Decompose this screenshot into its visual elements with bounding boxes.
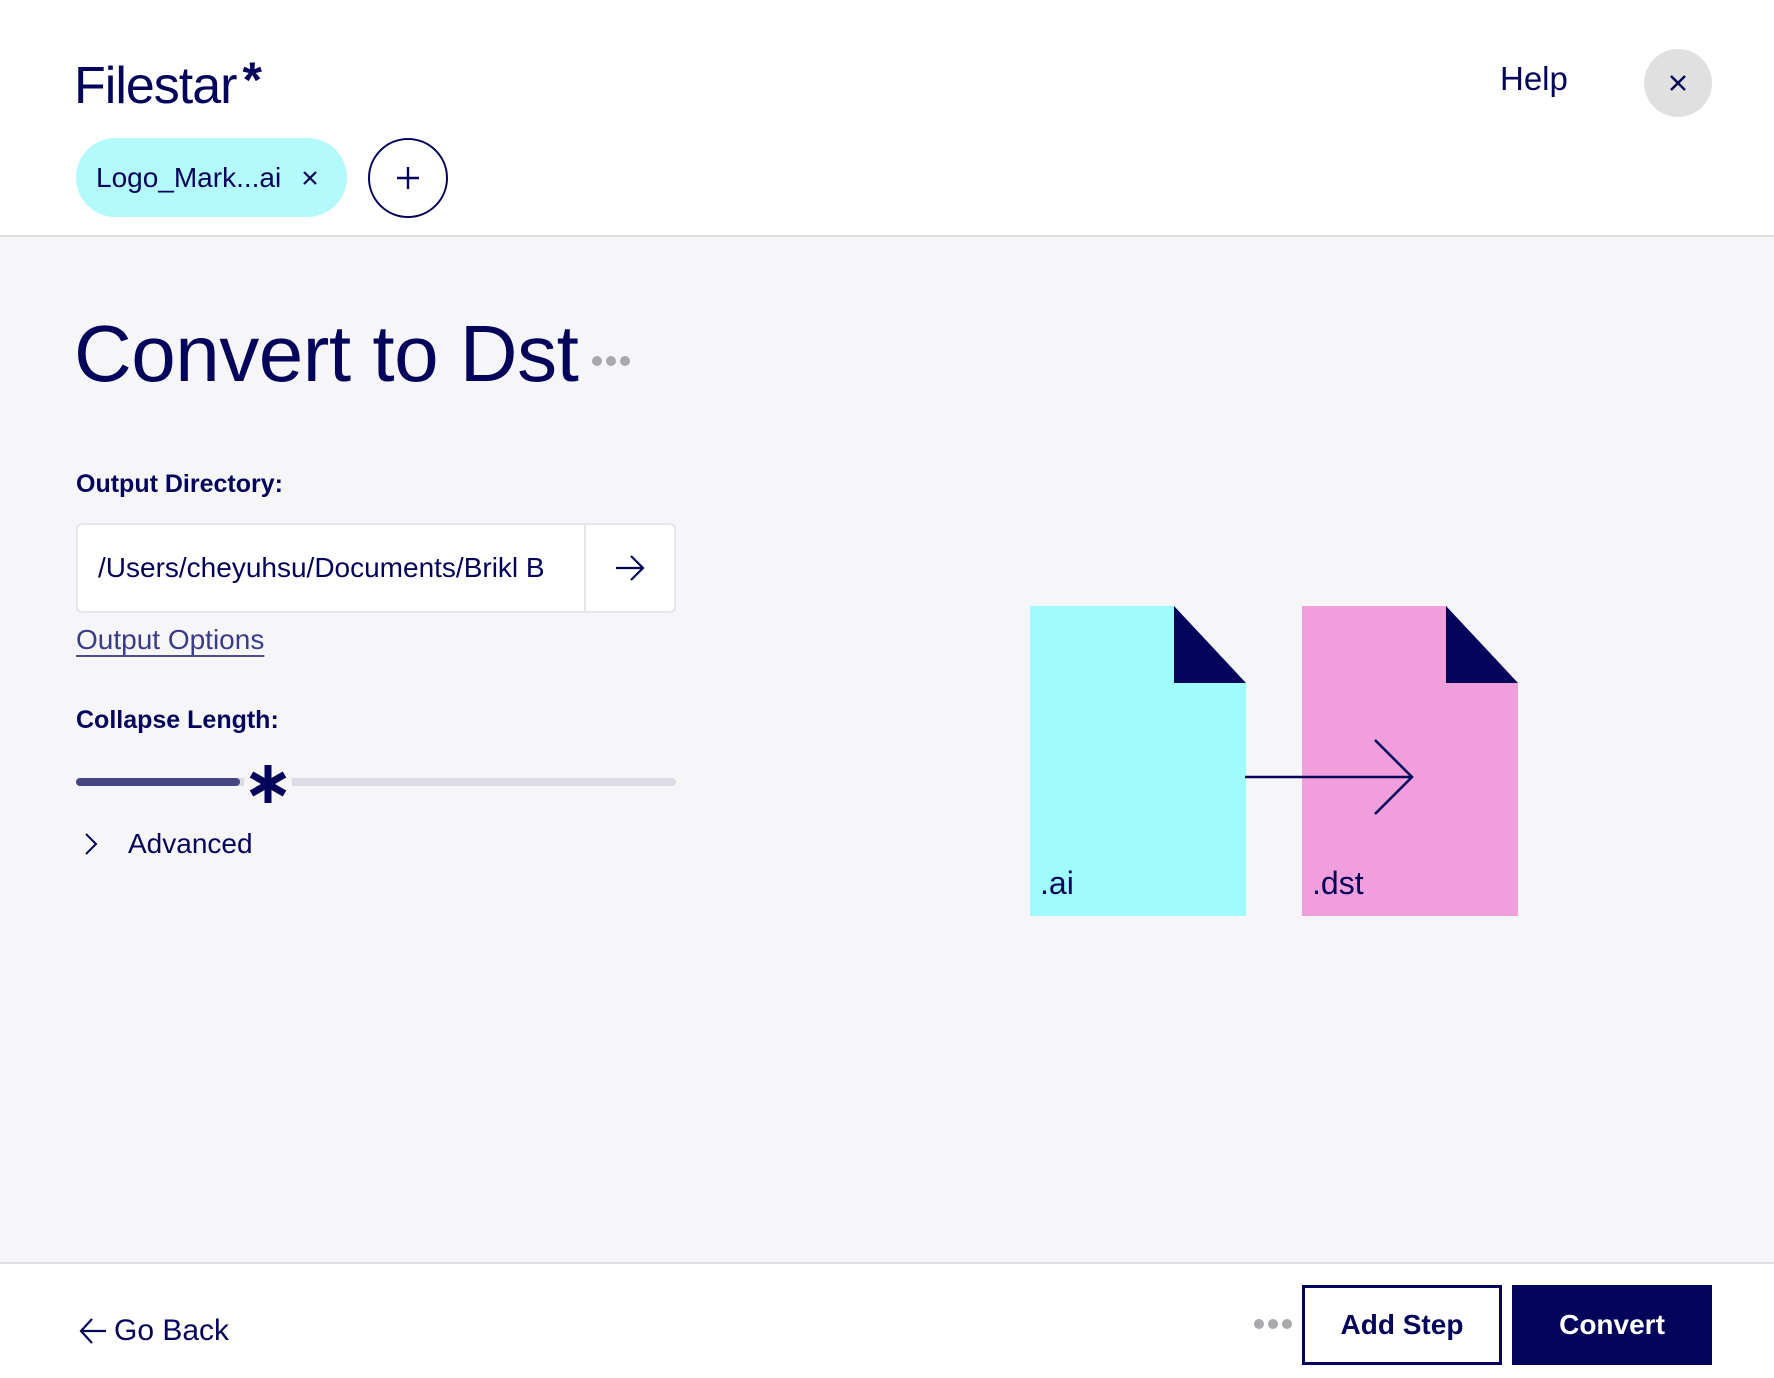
remove-file-button[interactable] xyxy=(299,167,321,189)
close-button[interactable] xyxy=(1644,49,1712,117)
advanced-label: Advanced xyxy=(128,828,253,859)
target-extension: .dst xyxy=(1312,865,1364,901)
go-back-button[interactable]: Go Back xyxy=(78,1314,229,1348)
add-file-button[interactable] xyxy=(368,138,448,218)
source-extension: .ai xyxy=(1040,865,1074,901)
conversion-illustration: .ai .dst xyxy=(1030,606,1518,916)
close-icon xyxy=(1670,75,1686,91)
convert-button[interactable]: Convert xyxy=(1512,1285,1712,1365)
browse-directory-button[interactable] xyxy=(586,525,674,611)
title-more-button[interactable] xyxy=(592,356,630,366)
asterisk-icon xyxy=(249,765,287,803)
dot xyxy=(1282,1319,1292,1329)
arrow-left-icon xyxy=(79,1318,106,1344)
add-step-button[interactable]: Add Step xyxy=(1302,1285,1502,1365)
logo-text: Filestar xyxy=(74,57,237,115)
help-link[interactable]: Help xyxy=(1500,60,1568,98)
output-options-link[interactable]: Output Options xyxy=(76,624,264,656)
app-header: Filestar * Help Logo_Mark...ai xyxy=(0,0,1774,237)
plus-icon xyxy=(397,167,419,189)
go-back-label: Go Back xyxy=(114,1314,230,1347)
footer-bar xyxy=(0,1262,1774,1378)
footer-more-button[interactable] xyxy=(1254,1319,1292,1329)
arrow-right-icon xyxy=(616,555,645,581)
close-icon xyxy=(303,170,317,185)
dot xyxy=(1268,1319,1278,1329)
output-directory-label: Output Directory: xyxy=(76,470,283,498)
collapse-length-label: Collapse Length: xyxy=(76,706,279,734)
output-directory-field: /Users/cheyuhsu/Documents/Brikl B xyxy=(76,523,676,613)
dot xyxy=(606,356,616,366)
file-chip[interactable]: Logo_Mark...ai xyxy=(76,138,347,217)
dot xyxy=(620,356,630,366)
source-file-icon: .ai xyxy=(1030,606,1246,916)
slider-thumb[interactable] xyxy=(244,760,292,808)
dot xyxy=(592,356,602,366)
app-logo: Filestar * xyxy=(74,52,262,116)
chevron-right-icon xyxy=(84,832,104,856)
target-file-icon: .dst xyxy=(1302,606,1518,916)
page-title: Convert to Dst xyxy=(74,309,579,398)
collapse-length-slider[interactable] xyxy=(76,760,676,808)
logo-asterisk: * xyxy=(242,52,261,108)
advanced-toggle[interactable]: Advanced xyxy=(84,828,253,860)
file-chip-label: Logo_Mark...ai xyxy=(96,161,282,193)
output-directory-input[interactable]: /Users/cheyuhsu/Documents/Brikl B xyxy=(78,525,586,611)
dot xyxy=(1254,1319,1264,1329)
slider-fill xyxy=(76,778,240,786)
